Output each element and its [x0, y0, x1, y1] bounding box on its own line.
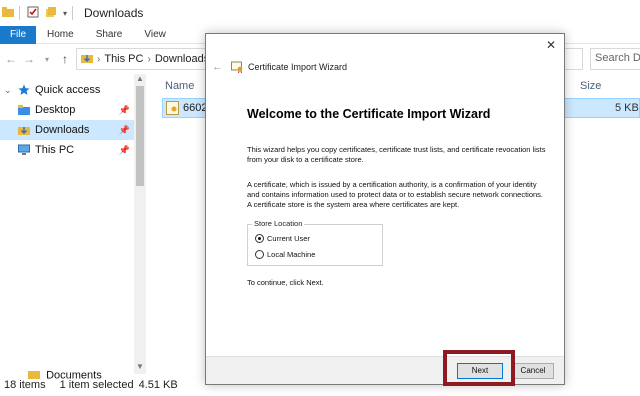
back-arrow-icon[interactable]: ←: [4, 52, 18, 66]
refresh-button[interactable]: [563, 48, 583, 70]
chevron-right-icon[interactable]: ›: [147, 54, 150, 65]
computer-icon: [18, 144, 30, 156]
scroll-down-icon[interactable]: ▼: [136, 362, 144, 371]
column-name-header[interactable]: Name: [165, 80, 194, 92]
status-selection: 1 item selected: [59, 379, 134, 391]
search-placeholder: Search Downloads: [595, 52, 640, 64]
scroll-thumb[interactable]: [136, 86, 144, 186]
current-user-radio[interactable]: Current User: [255, 234, 310, 243]
properties-icon[interactable]: [27, 6, 39, 21]
nav-item-downloads[interactable]: Downloads 📌: [0, 120, 134, 140]
address-bar[interactable]: › This PC › Downloads: [76, 48, 211, 70]
scroll-up-icon[interactable]: ▲: [136, 74, 144, 83]
status-size: 4.51 KB: [138, 379, 178, 391]
next-button-highlight: [443, 350, 515, 386]
nav-label: Quick access: [35, 84, 101, 96]
nav-scrollbar[interactable]: ▲ ▼: [134, 74, 146, 374]
download-folder-icon: [81, 52, 93, 67]
window-title: Downloads: [84, 6, 144, 20]
pin-icon[interactable]: 📌: [119, 145, 130, 156]
tab-view[interactable]: View: [133, 26, 177, 44]
title-bar: ▾ Downloads: [0, 0, 640, 26]
continue-instruction: To continue, click Next.: [247, 278, 324, 287]
radio-selected-icon[interactable]: [255, 234, 264, 243]
chevron-right-icon[interactable]: ›: [97, 54, 100, 65]
folder-icon[interactable]: [2, 6, 14, 21]
wizard-header-text: Certificate Import Wizard: [248, 62, 348, 72]
close-icon[interactable]: ✕: [546, 38, 556, 52]
folder-icon: [18, 104, 30, 116]
forward-arrow-icon[interactable]: →: [22, 52, 36, 66]
navigation-pane: ⌄ Quick access Desktop 📌 Downloads 📌 Thi…: [0, 74, 146, 374]
star-icon: [18, 84, 30, 96]
cancel-button[interactable]: Cancel: [512, 363, 554, 379]
wizard-intro-text: This wizard helps you copy certificates,…: [247, 145, 546, 164]
nav-label: This PC: [35, 144, 75, 156]
local-machine-radio[interactable]: Local Machine: [255, 250, 315, 259]
certificate-file-icon: [166, 101, 179, 118]
pin-icon[interactable]: 📌: [119, 125, 130, 136]
nav-item-desktop[interactable]: Desktop 📌: [0, 100, 134, 120]
breadcrumb-downloads[interactable]: Downloads: [155, 53, 209, 65]
pin-icon[interactable]: 📌: [119, 105, 130, 116]
status-item-count: 18 items: [4, 379, 46, 391]
back-arrow-icon[interactable]: ←: [212, 61, 223, 73]
nav-label: Desktop: [35, 104, 76, 116]
file-size: 5 KB: [615, 102, 639, 114]
nav-item-this-pc[interactable]: This PC 📌: [0, 140, 134, 160]
breadcrumb-this-pc[interactable]: This PC: [104, 53, 143, 65]
recent-locations-icon[interactable]: ▾: [40, 55, 54, 64]
radio-label: Current User: [267, 234, 310, 243]
tab-share[interactable]: Share: [85, 26, 134, 44]
radio-unselected-icon[interactable]: [255, 250, 264, 259]
certificate-icon: [231, 61, 244, 73]
download-folder-icon: [18, 124, 30, 136]
up-arrow-icon[interactable]: ↑: [58, 52, 72, 66]
new-folder-icon[interactable]: [45, 6, 57, 21]
customize-toolbar-icon[interactable]: ▾: [63, 9, 67, 18]
nav-item-quick-access[interactable]: ⌄ Quick access: [0, 80, 134, 100]
wizard-title: Welcome to the Certificate Import Wizard: [247, 107, 491, 121]
nav-label: Downloads: [35, 124, 90, 136]
search-input[interactable]: Search Downloads: [590, 48, 640, 70]
store-location-group: Store Location Current User Local Machin…: [247, 219, 383, 266]
store-location-legend: Store Location: [252, 219, 305, 228]
separator: [72, 6, 74, 20]
tab-home[interactable]: Home: [36, 26, 85, 44]
column-size-header[interactable]: Size: [580, 80, 601, 92]
tab-file[interactable]: File: [0, 26, 36, 44]
radio-label: Local Machine: [267, 250, 316, 259]
separator: [19, 6, 20, 20]
chevron-down-icon[interactable]: ⌄: [4, 85, 14, 96]
certificate-import-wizard-dialog: ✕ ← Certificate Import Wizard Welcome to…: [205, 33, 565, 385]
wizard-header: ← Certificate Import Wizard: [212, 58, 347, 76]
wizard-description-text: A certificate, which is issued by a cert…: [247, 180, 544, 209]
